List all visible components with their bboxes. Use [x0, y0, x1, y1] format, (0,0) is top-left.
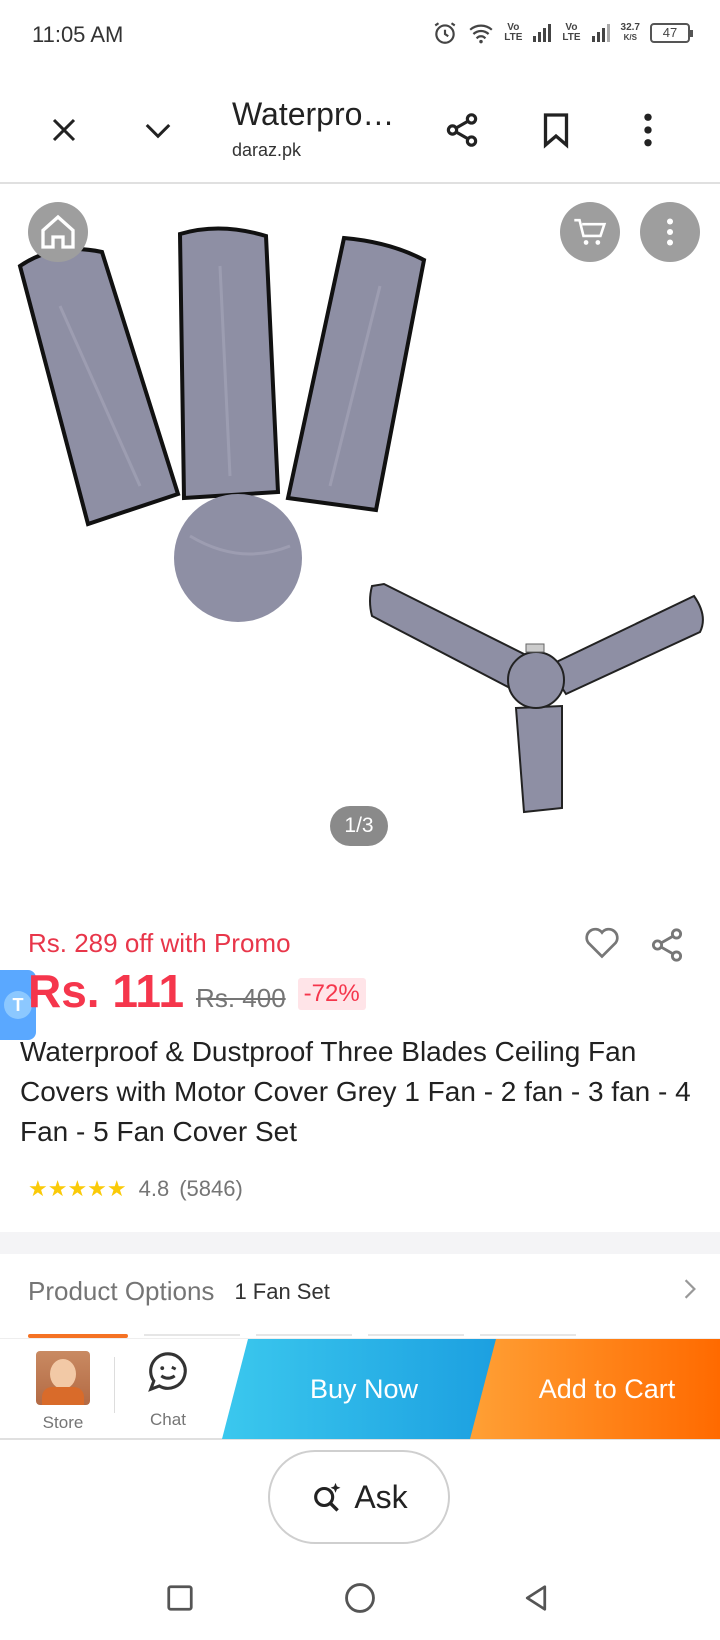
product-options-row[interactable]: Product Options 1 Fan Set: [28, 1276, 698, 1307]
discount-badge: -72%: [297, 978, 366, 1010]
image-counter: 1/3: [330, 806, 388, 846]
page-domain[interactable]: daraz.pk: [232, 140, 301, 161]
share-icon[interactable]: [442, 110, 482, 150]
wifi-icon: [469, 24, 493, 44]
buy-now-button[interactable]: Buy Now: [222, 1339, 506, 1439]
options-label: Product Options: [28, 1276, 215, 1306]
ai-search-icon: [314, 1482, 341, 1512]
recents-square-icon[interactable]: [160, 1578, 200, 1618]
volte-badge-1: Vo LTE: [504, 22, 523, 43]
more-vert-icon[interactable]: [628, 110, 668, 150]
ask-button[interactable]: Ask: [268, 1450, 450, 1544]
bookmark-icon[interactable]: [536, 110, 576, 150]
store-avatar: [36, 1351, 90, 1405]
price-row: Rs. 111 Rs. 400 -72%: [28, 964, 366, 1018]
chat-label: Chat: [150, 1410, 186, 1429]
gallery-more-icon[interactable]: [640, 202, 700, 262]
close-icon[interactable]: [44, 110, 84, 150]
product-image-gallery[interactable]: 1/3: [0, 186, 720, 866]
home-icon[interactable]: [28, 202, 88, 262]
signal-icon-1: [533, 24, 552, 42]
option-thumb-edge: [368, 1334, 464, 1336]
action-divider: [114, 1357, 115, 1413]
system-nav-bar: [0, 1556, 720, 1640]
net-speed: 32.7 K/S: [620, 22, 640, 43]
back-triangle-icon[interactable]: [516, 1578, 556, 1618]
status-time: 11:05 AM: [32, 22, 124, 47]
chevron-down-icon[interactable]: [138, 110, 178, 150]
option-thumb-edge: [256, 1334, 352, 1336]
battery-indicator: 47: [650, 23, 693, 43]
chat-button[interactable]: Chat: [140, 1349, 196, 1430]
status-bar: 11:05 AM Vo LTE Vo LTE 32.7 K/S 47: [0, 0, 720, 72]
add-to-cart-button[interactable]: Add to Cart: [470, 1339, 720, 1439]
option-thumb-edge: [480, 1334, 576, 1336]
home-circle-icon[interactable]: [340, 1578, 380, 1618]
rating-value: 4.8: [138, 1176, 170, 1201]
product-image: [17, 226, 704, 814]
options-value: 1 Fan Set: [234, 1278, 330, 1304]
page-title[interactable]: Waterpro…: [232, 96, 394, 133]
signal-icon-2: [591, 24, 610, 42]
ask-label: Ask: [354, 1478, 408, 1515]
volte-badge-2: Vo LTE: [562, 22, 581, 43]
section-divider: [0, 1232, 720, 1254]
rating-row[interactable]: ★★★★★ 4.8 (5846): [28, 1176, 243, 1202]
current-price: Rs. 111: [28, 965, 185, 1017]
promo-text: Rs. 289 off with Promo: [28, 928, 291, 958]
browser-toolbar: Waterpro… daraz.pk: [0, 72, 720, 184]
review-count: (5846): [179, 1176, 243, 1201]
original-price: Rs. 400: [196, 983, 286, 1013]
alarm-icon: [434, 22, 456, 44]
status-icons: Vo LTE Vo LTE 32.7 K/S 47: [432, 20, 693, 46]
wishlist-heart-icon[interactable]: [584, 926, 620, 965]
product-share-icon[interactable]: [648, 926, 686, 969]
cart-icon[interactable]: [560, 202, 620, 262]
store-button[interactable]: Store: [36, 1351, 90, 1433]
chevron-right-icon: [682, 1278, 698, 1305]
rating-stars-icon: ★★★★★: [28, 1176, 127, 1201]
product-title: Waterproof & Dustproof Three Blades Ceil…: [20, 1036, 691, 1147]
chat-icon: [148, 1352, 187, 1392]
store-label: Store: [42, 1413, 84, 1432]
bottom-action-bar: Store Chat Buy Now Add to Cart: [0, 1338, 720, 1440]
option-thumb-edge: [144, 1334, 240, 1336]
